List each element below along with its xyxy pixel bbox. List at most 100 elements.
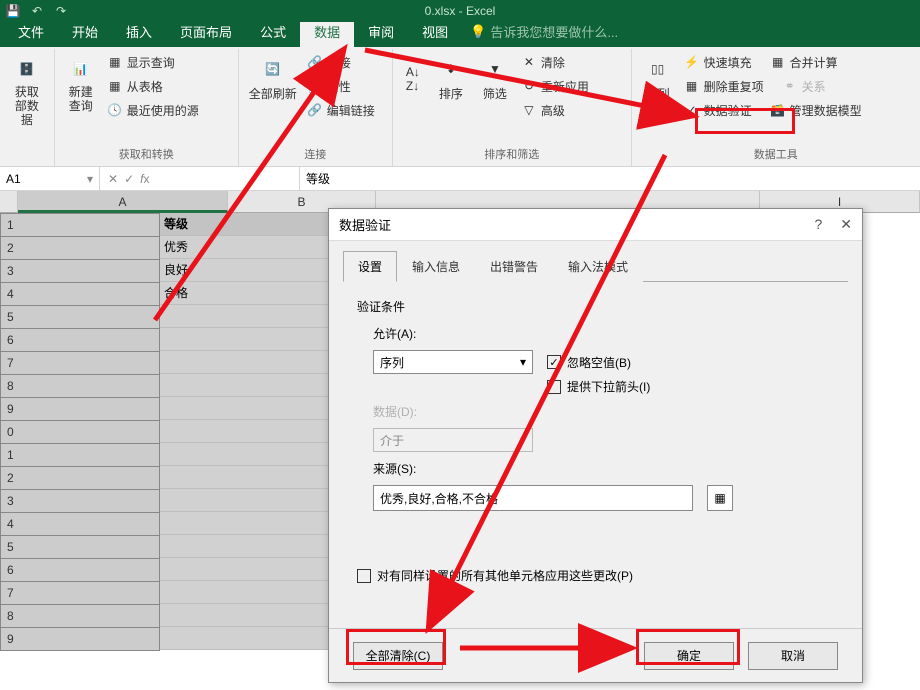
tab-formula[interactable]: 公式 xyxy=(246,18,300,47)
window-title: 0.xlsx - Excel xyxy=(425,4,496,18)
fx-icon[interactable]: fx xyxy=(140,172,149,186)
undo-icon[interactable]: ↶ xyxy=(26,1,48,21)
help-icon[interactable]: ? xyxy=(814,216,822,233)
new-query-icon: 📊 xyxy=(65,53,97,85)
tab-view[interactable]: 视图 xyxy=(408,18,462,47)
filter-icon: ▼ xyxy=(479,53,511,85)
range-selector-button[interactable]: ▦ xyxy=(707,485,733,511)
show-queries-button[interactable]: ▦显示查询 xyxy=(107,51,199,73)
dialog-tab-input[interactable]: 输入信息 xyxy=(397,251,475,282)
row-head-4[interactable]: 4 xyxy=(0,282,160,306)
source-label: 来源(S): xyxy=(373,460,834,477)
tab-file[interactable]: 文件 xyxy=(4,18,58,47)
tell-me[interactable]: 💡告诉我您想要做什么... xyxy=(470,22,618,47)
lightbulb-icon: 💡 xyxy=(470,24,486,40)
row-head-11[interactable]: 1 xyxy=(0,443,160,467)
dropdown-arrow-checkbox[interactable]: 提供下拉箭头(I) xyxy=(547,378,650,395)
save-icon[interactable]: 💾 xyxy=(2,1,24,21)
advanced-icon: ▽ xyxy=(521,102,537,118)
row-head-6[interactable]: 6 xyxy=(0,328,160,352)
dialog-footer: 全部清除(C) 确定 取消 xyxy=(329,628,862,682)
refresh-label: 全部刷新 xyxy=(249,85,297,102)
sort-label: 排序 xyxy=(439,85,463,102)
group-acquire: 📊 新建 查询 ▦显示查询 ▦从表格 🕓最近使用的源 获取和转换 xyxy=(55,49,239,166)
row-head-3[interactable]: 3 xyxy=(0,259,160,283)
filter-button[interactable]: ▼ 筛选 xyxy=(473,51,517,104)
quick-access: 💾 ↶ ↷ xyxy=(2,1,72,21)
from-table-button[interactable]: ▦从表格 xyxy=(107,75,199,97)
recent-sources-button[interactable]: 🕓最近使用的源 xyxy=(107,99,199,121)
close-icon[interactable]: ✕ xyxy=(840,216,852,233)
col-A[interactable]: A xyxy=(18,191,228,213)
tab-home[interactable]: 开始 xyxy=(58,18,112,47)
new-query-button[interactable]: 📊 新建 查询 xyxy=(59,51,103,115)
fx-buttons: ✕ ✓ fx xyxy=(100,167,300,190)
row-head-8[interactable]: 8 xyxy=(0,374,160,398)
row-head-17[interactable]: 7 xyxy=(0,581,160,605)
data-validation-button[interactable]: ✓数据验证 🗃️管理数据模型 xyxy=(684,99,912,121)
ignore-blank-checkbox[interactable]: ✓忽略空值(B) xyxy=(547,354,631,371)
redo-icon[interactable]: ↷ xyxy=(50,1,72,21)
enter-fx-icon[interactable]: ✓ xyxy=(124,172,134,186)
get-data-button[interactable]: 🗄️ 获取 部数据 xyxy=(4,51,50,129)
data-select: 介于▾ xyxy=(373,428,533,452)
group-sort-filter: A↓Z↓ ⬍ 排序 ▼ 筛选 ✕清除 ↻重新应用 ▽高级 排序和筛选 xyxy=(393,49,632,166)
row-head-19[interactable]: 9 xyxy=(0,627,160,651)
advanced-button[interactable]: ▽高级 xyxy=(521,99,589,121)
tab-review[interactable]: 审阅 xyxy=(354,18,408,47)
row-head-14[interactable]: 4 xyxy=(0,512,160,536)
edit-links-button[interactable]: 🔗编辑链接 xyxy=(307,99,375,121)
row-head-13[interactable]: 3 xyxy=(0,489,160,513)
apply-all-checkbox[interactable]: 对有同样设置的所有其他单元格应用这些更改(P) xyxy=(357,567,834,584)
properties-button[interactable]: 📄属性 xyxy=(307,75,375,97)
row-head-7[interactable]: 7 xyxy=(0,351,160,375)
dialog-tab-ime[interactable]: 输入法模式 xyxy=(553,251,643,282)
name-box[interactable]: A1▾ xyxy=(0,167,100,190)
cancel-button[interactable]: 取消 xyxy=(748,642,838,670)
select-all[interactable] xyxy=(0,191,18,213)
row-head-12[interactable]: 2 xyxy=(0,466,160,490)
allow-select[interactable]: 序列▾ xyxy=(373,350,533,374)
dialog-titlebar[interactable]: 数据验证 ? ✕ xyxy=(329,209,862,241)
tab-layout[interactable]: 页面布局 xyxy=(166,18,246,47)
edit-links-icon: 🔗 xyxy=(307,102,323,118)
row-head-1[interactable]: 1 xyxy=(0,213,160,237)
group-connect: 🔄 全部刷新 🔗连接 📄属性 🔗编辑链接 连接 xyxy=(239,49,393,166)
refresh-all-button[interactable]: 🔄 全部刷新 xyxy=(243,51,303,104)
sort-az-button[interactable]: A↓Z↓ xyxy=(397,51,429,103)
row-head-10[interactable]: 0 xyxy=(0,420,160,444)
clear-button[interactable]: ✕清除 xyxy=(521,51,589,73)
checkbox-checked-icon: ✓ xyxy=(547,355,561,369)
row-head-16[interactable]: 6 xyxy=(0,558,160,582)
split-label: 分列 xyxy=(646,85,670,102)
formula-input[interactable]: 等级 xyxy=(300,167,920,190)
chevron-down-icon: ▾ xyxy=(520,355,526,369)
group-data-tools-label: 数据工具 xyxy=(636,144,916,164)
row-head-9[interactable]: 9 xyxy=(0,397,160,421)
row-head-18[interactable]: 8 xyxy=(0,604,160,628)
dialog-tab-settings[interactable]: 设置 xyxy=(343,251,397,282)
reapply-button[interactable]: ↻重新应用 xyxy=(521,75,589,97)
row-head-5[interactable]: 5 xyxy=(0,305,160,329)
row-head-15[interactable]: 5 xyxy=(0,535,160,559)
ribbon-tabs: 文件 开始 插入 页面布局 公式 数据 审阅 视图 💡告诉我您想要做什么... xyxy=(0,22,920,47)
clear-all-button[interactable]: 全部清除(C) xyxy=(353,642,443,670)
sort-button[interactable]: ⬍ 排序 xyxy=(429,51,473,104)
dialog-title: 数据验证 xyxy=(339,215,391,234)
connections-button[interactable]: 🔗连接 xyxy=(307,51,375,73)
dialog-tab-error[interactable]: 出错警告 xyxy=(475,251,553,282)
ok-button[interactable]: 确定 xyxy=(644,642,734,670)
properties-icon: 📄 xyxy=(307,78,323,94)
relationships-icon: ⚭ xyxy=(782,78,798,94)
flash-fill-button[interactable]: ⚡快速填充 ▦合并计算 xyxy=(684,51,912,73)
data-model-icon: 🗃️ xyxy=(770,102,786,118)
row-head-2[interactable]: 2 xyxy=(0,236,160,260)
source-input[interactable] xyxy=(373,485,693,511)
validation-condition-label: 验证条件 xyxy=(357,298,834,315)
cancel-fx-icon[interactable]: ✕ xyxy=(108,172,118,186)
chevron-down-icon[interactable]: ▾ xyxy=(87,172,93,186)
remove-dup-button[interactable]: ▦删除重复项 ⚭关系 xyxy=(684,75,912,97)
tab-data[interactable]: 数据 xyxy=(300,18,354,47)
text-to-columns-button[interactable]: ▯▯ 分列 xyxy=(636,51,680,104)
tab-insert[interactable]: 插入 xyxy=(112,18,166,47)
